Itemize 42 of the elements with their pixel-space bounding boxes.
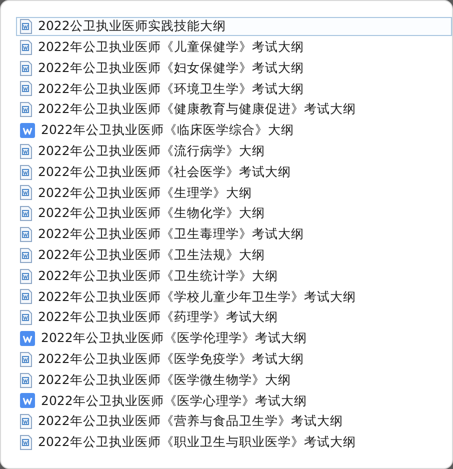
file-item[interactable]: 2022年公卫执业医师《环境卫生学》考试大纲: [16, 79, 452, 98]
file-item[interactable]: 2022年公卫执业医师《妇女保健学》考试大纲: [16, 58, 452, 78]
file-item[interactable]: 2022年公卫执业医师《社会医学》考试大纲: [16, 162, 452, 182]
file-item[interactable]: 2022年公卫执业医师《卫生毒理学》考试大纲: [16, 224, 452, 244]
document-icon: [20, 330, 35, 346]
document-icon: [20, 19, 32, 34]
document-icon: [20, 393, 35, 408]
document-icon: [20, 60, 32, 76]
file-item[interactable]: 2022年公卫执业医师《健康教育与健康促进》考试大纲: [16, 100, 452, 120]
file-item[interactable]: 2022年公卫执业医师《医学伦理学》考试大纲: [16, 328, 452, 348]
file-item[interactable]: 2022年公卫执业医师《营养与食品卫生学》考试大纲: [16, 412, 452, 432]
document-icon: [20, 164, 32, 180]
file-item[interactable]: 2022年公卫执业医师《药理学》考试大纲: [16, 308, 452, 328]
document-icon: [20, 81, 32, 96]
document-icon: [20, 102, 32, 118]
document-icon: [20, 352, 32, 367]
document-icon: [20, 185, 32, 200]
file-item[interactable]: 2022年公卫执业医师《学校儿童少年卫生学》考试大纲: [16, 287, 452, 306]
document-icon: [20, 310, 32, 326]
file-item[interactable]: 2022年公卫执业医师《临床医学综合》大纲: [16, 120, 452, 140]
document-icon: [20, 226, 32, 242]
document-icon: [20, 248, 32, 263]
file-item[interactable]: 2022公卫执业医师实践技能大纲: [16, 17, 452, 36]
document-icon: [20, 372, 32, 388]
file-item[interactable]: 2022年公卫执业医师《职业卫生与职业医学》考试大纲: [16, 432, 452, 452]
document-icon: [20, 434, 32, 450]
file-item[interactable]: 2022年公卫执业医师《卫生法规》大纲: [16, 246, 452, 265]
file-item[interactable]: 2022年公卫执业医师《医学心理学》考试大纲: [16, 391, 452, 410]
file-item[interactable]: 2022年公卫执业医师《流行病学》大纲: [16, 142, 452, 161]
document-icon: [20, 289, 32, 304]
document-icon: [20, 268, 32, 284]
file-item[interactable]: 2022年公卫执业医师《儿童保健学》考试大纲: [16, 38, 452, 57]
document-icon: [20, 122, 35, 138]
document-icon: [20, 206, 32, 222]
file-item[interactable]: 2022年公卫执业医师《医学微生物学》大纲: [16, 370, 452, 390]
file-item[interactable]: 2022年公卫执业医师《生理学》大纲: [16, 183, 452, 202]
file-item[interactable]: 2022年公卫执业医师《生物化学》大纲: [16, 204, 452, 224]
file-item[interactable]: 2022年公卫执业医师《卫生统计学》大纲: [16, 266, 452, 286]
document-icon: [20, 144, 32, 159]
document-icon: [20, 414, 32, 430]
document-icon: [20, 40, 32, 55]
file-item[interactable]: 2022年公卫执业医师《医学免疫学》考试大纲: [16, 350, 452, 369]
